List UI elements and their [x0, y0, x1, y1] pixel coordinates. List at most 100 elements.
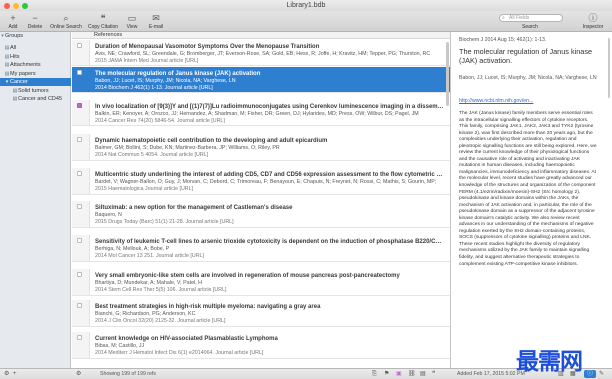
reference-journal: 2014 Mol Cancer 13 251. Journal article …: [95, 253, 204, 259]
view-button[interactable]: ▭ View: [123, 13, 141, 31]
view-icon: ▭: [127, 13, 137, 23]
sidebar-item-label: Cancer and CD45: [18, 96, 63, 102]
close-window-button[interactable]: [4, 3, 10, 9]
inspector-authors: Babon, JJ; Lucet, IS; Murphy, JM; Nicola…: [459, 75, 597, 81]
delete-button[interactable]: − Delete: [24, 13, 46, 31]
row-gutter: [72, 300, 90, 326]
sidebar-item-label: Groups: [5, 33, 24, 39]
label-color-icon[interactable]: ▣: [396, 369, 402, 379]
sidebar-action-gear-icon[interactable]: ⚙: [4, 369, 9, 379]
quote-icon[interactable]: ❝: [432, 369, 435, 379]
reference-journal: 2014 Stem Cell Res Ther 5(5) 106. Journa…: [95, 287, 227, 293]
reference-row[interactable]: In vivo localization of [9(3)]Y and [(1)…: [72, 100, 450, 126]
reference-row[interactable]: Current knowledge on HIV-associated Plas…: [72, 332, 450, 359]
inspector-citation: Biochem J 2014 Aug 15; 462(1): 1-13.: [459, 37, 547, 43]
row-gutter: [72, 332, 90, 358]
info-icon: ⓘ: [588, 13, 598, 23]
reference-title: Best treatment strategies in high-risk m…: [95, 304, 321, 310]
read-status-checkbox[interactable]: [77, 171, 82, 176]
link-icon[interactable]: ⛓: [408, 369, 416, 379]
inspector-abstract: The JAK (Janus kinase) family members se…: [459, 111, 597, 267]
references-gear-icon[interactable]: ⚙: [76, 369, 81, 379]
sidebar-item-solid-tumors[interactable]: ▤Solid tumors: [0, 87, 71, 95]
add-button[interactable]: + Add: [4, 13, 22, 31]
reference-journal: 2014 Nat Commun 5 4054. Journal article …: [95, 152, 209, 158]
reference-text: Dynamic haematopoietic cell contribution…: [95, 137, 445, 159]
add-group-icon[interactable]: +: [13, 369, 17, 379]
attach-file-icon[interactable]: ⎘: [372, 369, 377, 379]
read-status-checkbox[interactable]: [77, 137, 82, 142]
row-gutter: [72, 269, 90, 295]
reference-row-selected[interactable]: The molecular regulation of Janus kinase…: [72, 67, 450, 93]
sidebar-item-cancer[interactable]: ▾ Cancer: [0, 78, 71, 86]
sidebar-item-attachments[interactable]: ▤Attachments: [0, 61, 71, 69]
groups-sidebar: ▾Groups ▤All ▤Hits ▤Attachments ▤My pape…: [0, 32, 71, 368]
reference-text: The molecular regulation of Janus kinase…: [95, 70, 445, 92]
reference-journal: 2015 Haematologica Journal article [URL]: [95, 186, 194, 192]
inspector-scrollbar[interactable]: [608, 38, 610, 98]
search-icon: ⌕: [502, 15, 505, 21]
sidebar-item-all[interactable]: ▤All: [0, 44, 71, 52]
reference-row[interactable]: Sensitivity of leukemic T-cell lines to …: [72, 235, 450, 262]
references-list: References Duration of Menopausal Vasomo…: [72, 32, 451, 368]
search-input[interactable]: ⌕ All Fields: [499, 14, 563, 22]
reference-authors: Avis, NE; Crawford, SL; Greendale, G; Br…: [95, 51, 431, 57]
pdf-icon[interactable]: ▤: [420, 369, 426, 379]
reference-title: Very small embryonic-like stem cells are…: [95, 273, 400, 279]
zoom-window-button[interactable]: [22, 3, 28, 9]
date-added: Added Feb 17, 2015 5:02 PM: [457, 371, 525, 377]
reference-row[interactable]: Siltuximab: a new option for the managem…: [72, 201, 450, 228]
reference-journal: 2014 J Clin Oncol 32(20) 2125-32. Journa…: [95, 318, 226, 324]
read-status-checkbox[interactable]: [77, 70, 82, 75]
reference-title: Multicentric study underlining the inter…: [95, 172, 445, 178]
reference-text: Siltuximab: a new option for the managem…: [95, 204, 445, 226]
reference-row[interactable]: Duration of Menopausal Vasomotor Symptom…: [72, 40, 450, 66]
email-button[interactable]: ✉ E-mail: [145, 13, 167, 31]
row-gutter: [72, 201, 90, 227]
reference-text: Current knowledge on HIV-associated Plas…: [95, 335, 445, 357]
sidebar-item-cancer-and-cd45[interactable]: ▤Cancer and CD45: [0, 95, 71, 103]
envelope-icon: ✉: [152, 13, 160, 23]
quote-icon: ❝: [100, 13, 106, 23]
copy-citation-button[interactable]: ❝ Copy Citation: [86, 13, 120, 31]
reference-authors: Berhiga, N; Mellouk, A; Bobe, P: [95, 246, 170, 252]
minimize-window-button[interactable]: [13, 3, 19, 9]
flag-icon[interactable]: ⚑: [384, 369, 389, 379]
reference-row[interactable]: Multicentric study underlining the inter…: [72, 168, 450, 195]
sidebar-groups-header[interactable]: ▾Groups: [0, 32, 71, 40]
reference-row[interactable]: Dynamic haematopoietic cell contribution…: [72, 134, 450, 161]
read-status-checkbox[interactable]: [77, 43, 82, 48]
reference-row[interactable]: Very small embryonic-like stem cells are…: [72, 269, 450, 296]
inspector-url-link[interactable]: http://www.ncbi.nlm.nih.gov/en...: [459, 98, 533, 104]
row-gutter: [72, 40, 90, 65]
reference-authors: Bianchi, G; Richardson, PG; Anderson, KC: [95, 311, 196, 317]
reference-row[interactable]: Best treatment strategies in high-risk m…: [72, 300, 450, 327]
reference-text: Multicentric study underlining the inter…: [95, 171, 445, 193]
email-button-label: E-mail: [148, 24, 164, 30]
sidebar-item-hits[interactable]: ▤Hits: [0, 53, 71, 61]
reference-text: Best treatment strategies in high-risk m…: [95, 303, 445, 325]
search-placeholder: All Fields: [509, 15, 530, 21]
inspector-button-label: Inspector: [582, 24, 604, 30]
row-gutter: [72, 235, 90, 261]
read-status-checkbox[interactable]: [77, 303, 82, 308]
reference-journal: 2015 JAMA Intern Med Journal article [UR…: [95, 58, 199, 64]
inspector-toggle-icon[interactable]: ⓘ: [584, 370, 596, 378]
sidebar-item-label: Solid tumors: [18, 88, 49, 94]
read-status-checkbox[interactable]: [77, 238, 82, 243]
sidebar-item-my-papers[interactable]: ▤My papers: [0, 70, 71, 78]
inspector-button[interactable]: ⓘ Inspector: [579, 13, 607, 31]
online-search-button[interactable]: ⌕ Online Search: [48, 13, 84, 31]
reference-authors: Bibas, M; Castillo, JJ: [95, 343, 145, 349]
read-status-checkbox[interactable]: [77, 103, 82, 108]
reference-authors: Balkin, ER; Kenoyer, A; Orozco, JJ; Hern…: [95, 111, 419, 117]
read-status-checkbox[interactable]: [77, 272, 82, 277]
sidebar-item-label: Hits: [10, 54, 20, 60]
reference-title: Dynamic haematopoietic cell contribution…: [95, 138, 328, 144]
reference-journal: 2014 Cancer Res 74(20) 5846-54. Journal …: [95, 118, 225, 124]
references-scrollbar[interactable]: [446, 42, 449, 106]
notes-icon[interactable]: ✎: [599, 369, 604, 379]
toolbar: + Add − Delete ⌕ Online Search ❝ Copy Ci…: [0, 11, 612, 32]
read-status-checkbox[interactable]: [77, 335, 82, 340]
read-status-checkbox[interactable]: [77, 204, 82, 209]
